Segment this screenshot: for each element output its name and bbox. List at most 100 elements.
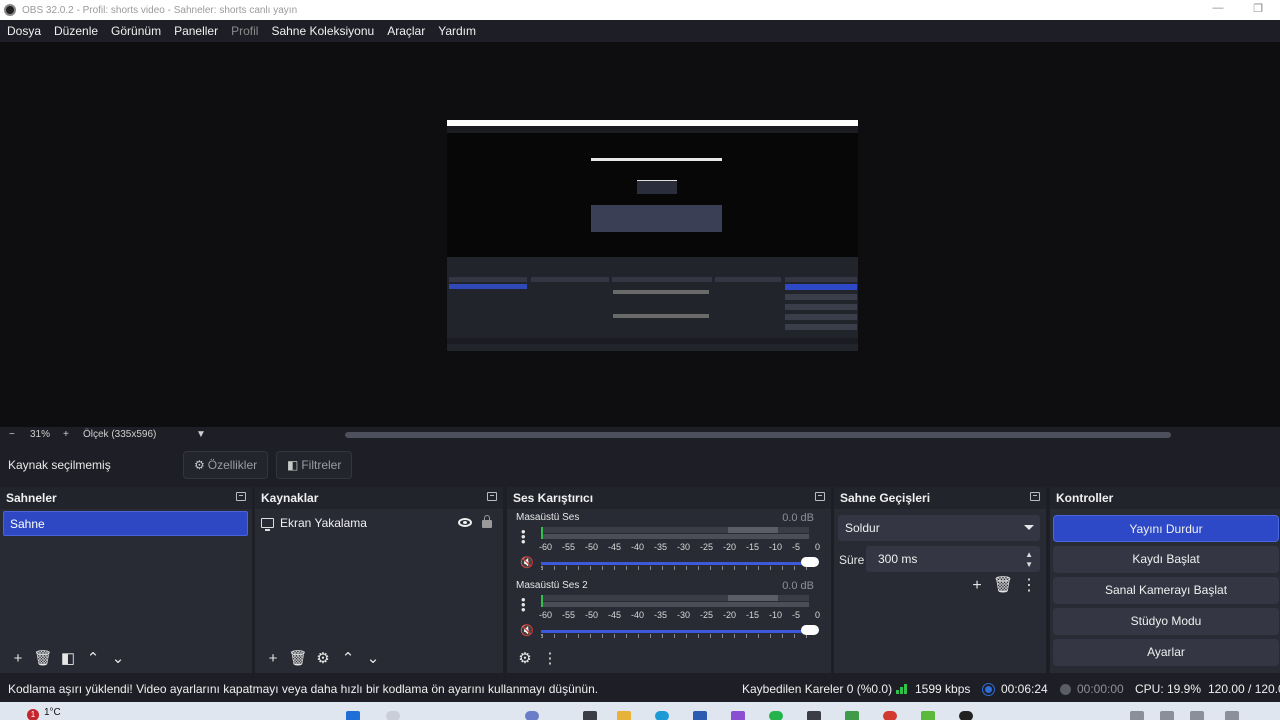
volume-slider-handle[interactable] [801,625,819,635]
menu-duzenle[interactable]: Düzenle [54,24,98,38]
track-db: 0.0 dB [782,580,814,592]
app-icon[interactable] [845,711,859,720]
nested-preview-small [637,180,677,194]
menu-dosya[interactable]: Dosya [7,24,41,38]
scene-item-sahne[interactable]: Sahne [3,511,248,536]
move-up-icon[interactable]: ⌃ [336,649,360,669]
minimize-icon[interactable]: — [1208,2,1228,14]
move-down-icon[interactable]: ⌄ [106,649,130,669]
preview-scrollbar[interactable] [345,432,1171,438]
add-transition-icon[interactable]: + [964,575,990,597]
more-vertical-icon[interactable]: ⋮ [1016,575,1042,597]
file-explorer-icon[interactable] [617,711,631,720]
muted-speaker-icon[interactable]: 🔇 [520,556,534,569]
dropped-frames: Kaybedilen Kareler 0 (%0.0) [742,682,893,696]
volume-slider[interactable] [541,625,819,638]
preview-canvas[interactable] [447,120,858,351]
chrome-icon[interactable] [883,711,897,720]
tick-label: -5 [792,542,801,552]
move-up-icon[interactable]: ⌃ [81,649,105,669]
tick-label: -50 [585,610,599,620]
undock-icon[interactable] [1030,492,1040,501]
app-icon[interactable] [807,711,821,720]
scene-item-label: Sahne [10,517,45,531]
muted-speaker-icon[interactable]: 🔇 [520,624,534,637]
duration-spinbox[interactable]: 300 ms ▲ ▼ [866,546,1040,572]
edge-icon[interactable] [655,711,669,720]
nested-preview-line [591,158,722,161]
tick-label: -25 [700,610,714,620]
undock-icon[interactable] [815,492,825,501]
search-icon[interactable] [386,711,400,720]
undock-icon[interactable] [236,492,246,501]
menu-paneller[interactable]: Paneller [174,24,218,38]
zoom-out-button[interactable]: − [9,429,15,440]
properties-button[interactable]: ⚙ Özellikler [183,451,269,479]
more-vertical-icon[interactable]: • • • [521,525,527,548]
more-vertical-icon[interactable]: • • • [521,593,527,616]
advanced-audio-gear-icon[interactable]: ⚙ [513,649,537,669]
trash-icon[interactable]: 🗑 [990,575,1016,597]
filters-button[interactable]: ◧ Filtreler [276,451,353,479]
chevron-down-icon[interactable]: ▼ [1025,560,1033,569]
whatsapp-icon[interactable] [769,711,783,720]
transition-select[interactable]: Soldur [838,515,1040,541]
menu-araclar[interactable]: Araçlar [387,24,425,38]
maximize-icon[interactable]: ❐ [1248,2,1268,15]
start-virtual-camera-button[interactable]: Sanal Kamerayı Başlat [1053,577,1279,604]
tick-label: -10 [769,542,783,552]
stop-streaming-button[interactable]: Yayını Durdur [1053,515,1279,542]
preview-area[interactable] [0,42,1280,427]
gear-icon[interactable]: ⚙ [311,649,335,669]
menu-gorunum[interactable]: Görünüm [111,24,161,38]
studio-mode-button[interactable]: Stüdyo Modu [1053,608,1279,635]
start-recording-button[interactable]: Kaydı Başlat [1053,546,1279,573]
weather-temperature[interactable]: 1°C [44,707,61,718]
tick-label: -45 [608,542,622,552]
zoom-in-button[interactable]: + [63,429,69,440]
menu-yardim[interactable]: Yardım [438,24,476,38]
tray-icon[interactable] [1130,711,1144,720]
controls-title: Kontroller [1056,491,1114,505]
scenes-title: Sahneler [6,491,57,505]
trash-icon[interactable]: 🗑 [31,649,55,669]
duration-value: 300 ms [878,552,918,566]
obs-taskbar-icon[interactable] [959,711,973,720]
encoding-warning: Kodlama aşırı yüklendi! Video ayarlarını… [8,682,599,696]
add-source-icon[interactable]: + [261,649,285,669]
undock-icon[interactable] [487,492,497,501]
sources-dock-header: Kaynaklar [255,487,503,509]
trash-icon[interactable]: 🗑 [286,649,310,669]
scene-filter-icon[interactable]: ◧ [56,649,80,669]
scale-dropdown-icon[interactable]: ▼ [196,429,206,440]
duration-label: Süre [839,553,865,567]
copilot-icon[interactable] [525,711,539,720]
more-vertical-icon[interactable]: ⋮ [538,649,562,669]
tray-icon[interactable] [1225,711,1239,720]
eye-icon[interactable] [458,518,472,527]
bitrate: 1599 kbps [915,682,971,696]
task-view-icon[interactable] [583,711,597,720]
tick-label: -35 [654,542,668,552]
app-icon[interactable] [731,711,745,720]
start-icon[interactable] [346,711,360,720]
tray-icon[interactable] [1190,711,1204,720]
chevron-up-icon[interactable]: ▲ [1025,550,1033,559]
meter-level [541,595,543,607]
store-icon[interactable] [693,711,707,720]
settings-button[interactable]: Ayarlar [1053,639,1279,666]
app-icon[interactable] [921,711,935,720]
source-item-ekran-yakalama[interactable]: Ekran Yakalama [261,516,367,531]
move-down-icon[interactable]: ⌄ [361,649,385,669]
cpu-usage: CPU: 19.9% [1135,682,1202,696]
nested-dock-header [612,277,712,282]
lock-icon[interactable] [482,515,492,528]
tray-icon[interactable] [1160,711,1174,720]
menu-profil[interactable]: Profil [231,24,258,38]
volume-slider[interactable] [541,557,819,570]
add-scene-icon[interactable]: + [6,649,30,669]
volume-meter [541,534,809,539]
menu-sahne-koleksiyonu[interactable]: Sahne Koleksiyonu [271,24,374,38]
nested-primary-button [785,284,857,290]
volume-slider-handle[interactable] [801,557,819,567]
